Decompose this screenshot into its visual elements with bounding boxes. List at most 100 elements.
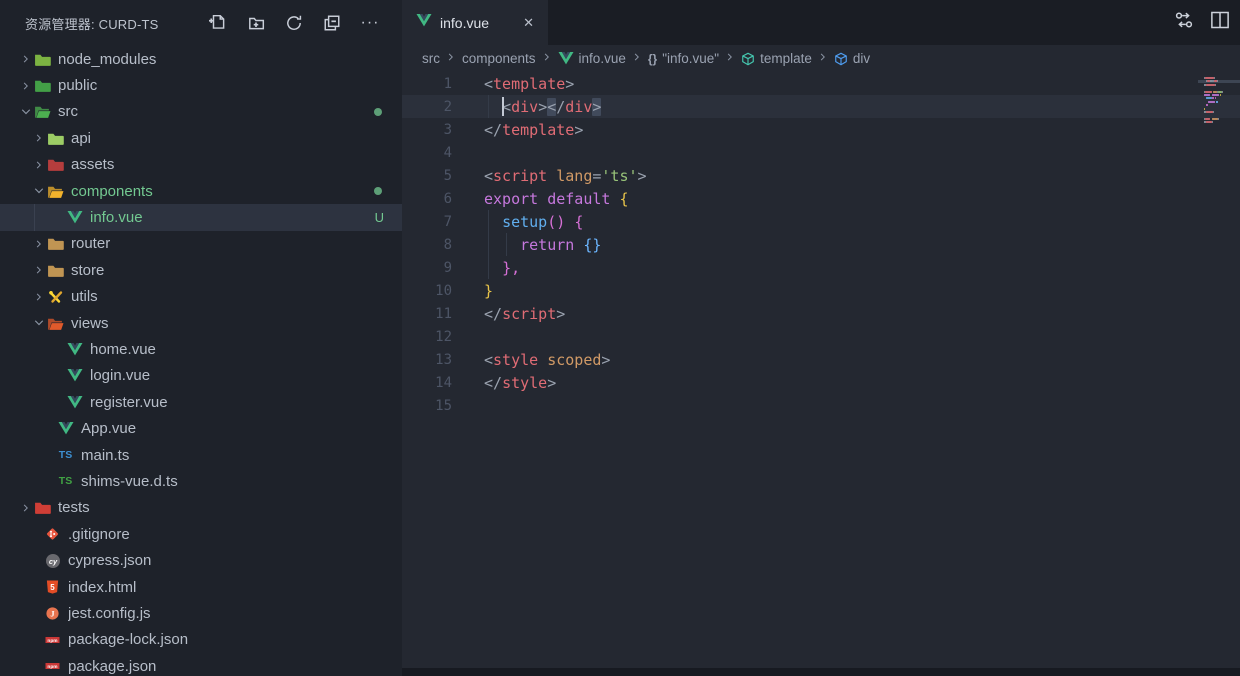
- tree-item-node-modules[interactable]: node_modules: [0, 46, 402, 72]
- vue-icon: [66, 394, 83, 411]
- code-text: </style>: [484, 374, 556, 392]
- minimap-line: [1204, 94, 1236, 96]
- ts-icon: TS: [57, 473, 74, 490]
- indent-guide: [488, 256, 489, 279]
- code-line-5[interactable]: 5<script lang='ts'>: [402, 164, 1240, 187]
- tree-item-jest.config.js[interactable]: Jjest.config.js: [0, 600, 402, 626]
- code-line-7[interactable]: 7 setup() {: [402, 210, 1240, 233]
- tree-item-label: node_modules: [58, 51, 156, 68]
- line-number: 9: [402, 260, 452, 276]
- tree-item-label: info.vue: [90, 209, 143, 226]
- tree-item-label: public: [58, 77, 97, 94]
- breadcrumb-item-info.vue[interactable]: {}"info.vue": [648, 51, 719, 66]
- tree-item-label: shims-vue.d.ts: [81, 473, 178, 490]
- tree-item-router[interactable]: router: [0, 231, 402, 257]
- code-line-11[interactable]: 11</script>: [402, 302, 1240, 325]
- folder-icon: [34, 51, 51, 68]
- tree-item-package.json[interactable]: npmpackage.json: [0, 653, 402, 676]
- code-line-8[interactable]: 8 return {}: [402, 233, 1240, 256]
- code-line-14[interactable]: 14</style>: [402, 371, 1240, 394]
- breadcrumb-item-template[interactable]: template: [741, 51, 812, 66]
- tree-item-tests[interactable]: tests: [0, 495, 402, 521]
- code-line-12[interactable]: 12: [402, 325, 1240, 348]
- split-editor-button[interactable]: [1210, 10, 1230, 35]
- editor-bottom-strip: [402, 668, 1240, 676]
- code-line-10[interactable]: 10}: [402, 279, 1240, 302]
- tree-item-views[interactable]: views: [0, 310, 402, 336]
- tree-item-home.vue[interactable]: home.vue: [0, 336, 402, 362]
- breadcrumb-item-components[interactable]: components: [462, 51, 536, 66]
- new-file-button[interactable]: [204, 10, 232, 36]
- folder-open-icon: [47, 315, 64, 332]
- breadcrumb-item-info.vue[interactable]: info.vue: [558, 51, 626, 66]
- tree-item-.gitignore[interactable]: .gitignore: [0, 521, 402, 547]
- tree-item-api[interactable]: api: [0, 125, 402, 151]
- tree-item-cypress.json[interactable]: cycypress.json: [0, 547, 402, 573]
- tree-item-label: App.vue: [81, 420, 136, 437]
- tree-item-info.vue[interactable]: info.vueU: [0, 204, 402, 230]
- tree-item-shims-vue.d.ts[interactable]: TS shims-vue.d.ts: [0, 468, 402, 494]
- tree-item-main.ts[interactable]: TSmain.ts: [0, 442, 402, 468]
- folder-icon: [47, 235, 64, 252]
- indent-guide: [488, 210, 489, 233]
- code-text: export default {: [484, 190, 629, 208]
- cube-icon: [741, 52, 755, 66]
- chevron-right-icon: [31, 289, 47, 305]
- tree-item-label: register.vue: [90, 394, 168, 411]
- tree-item-utils[interactable]: utils: [0, 284, 402, 310]
- folder-icon: [34, 77, 51, 94]
- npm-icon: npm: [44, 631, 61, 648]
- minimap-line: [1204, 108, 1236, 110]
- code-text: return {}: [484, 236, 601, 254]
- tree-item-login.vue[interactable]: login.vue: [0, 363, 402, 389]
- minimap-line: [1204, 84, 1236, 86]
- jest-icon: J: [44, 605, 61, 622]
- tree-item-label: assets: [71, 156, 114, 173]
- minimap[interactable]: [1204, 77, 1236, 128]
- code-text: }: [484, 282, 493, 300]
- code-line-3[interactable]: 3</template>: [402, 118, 1240, 141]
- tree-item-label: src: [58, 103, 78, 120]
- tree-item-label: jest.config.js: [68, 605, 151, 622]
- breadcrumb-item-src[interactable]: src: [422, 51, 440, 66]
- file-tree: node_modulespublic src api assets components…: [0, 46, 402, 676]
- tree-item-App.vue[interactable]: App.vue: [0, 415, 402, 441]
- open-changes-button[interactable]: [1174, 10, 1194, 35]
- vue-file-icon: [416, 13, 432, 33]
- code-line-2[interactable]: 2 <div></div>: [402, 95, 1240, 118]
- tree-item-index.html[interactable]: 5index.html: [0, 574, 402, 600]
- tree-item-components[interactable]: components: [0, 178, 402, 204]
- code-text: <script lang='ts'>: [484, 167, 647, 185]
- tree-item-src[interactable]: src: [0, 99, 402, 125]
- tree-item-label: cypress.json: [68, 552, 151, 569]
- tab-info-vue[interactable]: info.vue ✕: [402, 0, 548, 45]
- svg-text:J: J: [50, 609, 54, 619]
- code-line-13[interactable]: 13<style scoped>: [402, 348, 1240, 371]
- vue-icon: [558, 51, 574, 66]
- tree-item-package-lock.json[interactable]: npmpackage-lock.json: [0, 627, 402, 653]
- code-line-4[interactable]: 4: [402, 141, 1240, 164]
- code-line-9[interactable]: 9 },: [402, 256, 1240, 279]
- line-number: 10: [402, 283, 452, 299]
- more-button[interactable]: ···: [356, 10, 384, 36]
- chevron-down-icon: [31, 315, 47, 331]
- tab-close-icon[interactable]: ✕: [519, 13, 538, 33]
- code-line-15[interactable]: 15: [402, 394, 1240, 417]
- collapse-all-button[interactable]: [318, 10, 346, 36]
- tree-item-assets[interactable]: assets: [0, 152, 402, 178]
- folder-icon: [47, 262, 64, 279]
- tree-item-register.vue[interactable]: register.vue: [0, 389, 402, 415]
- refresh-button[interactable]: [280, 10, 308, 36]
- minimap-line: [1204, 121, 1236, 123]
- new-folder-button[interactable]: [242, 10, 270, 36]
- vue-icon: [57, 420, 74, 437]
- tree-item-label: utils: [71, 288, 98, 305]
- code-editor[interactable]: 1<template>2 <div></div>3</template>45<s…: [402, 72, 1240, 676]
- git-modified-dot: [374, 187, 382, 195]
- breadcrumb-item-div[interactable]: div: [834, 51, 870, 66]
- code-line-1[interactable]: 1<template>: [402, 72, 1240, 95]
- tree-item-public[interactable]: public: [0, 72, 402, 98]
- tree-item-store[interactable]: store: [0, 257, 402, 283]
- chevron-right-icon: [31, 157, 47, 173]
- code-line-6[interactable]: 6export default {: [402, 187, 1240, 210]
